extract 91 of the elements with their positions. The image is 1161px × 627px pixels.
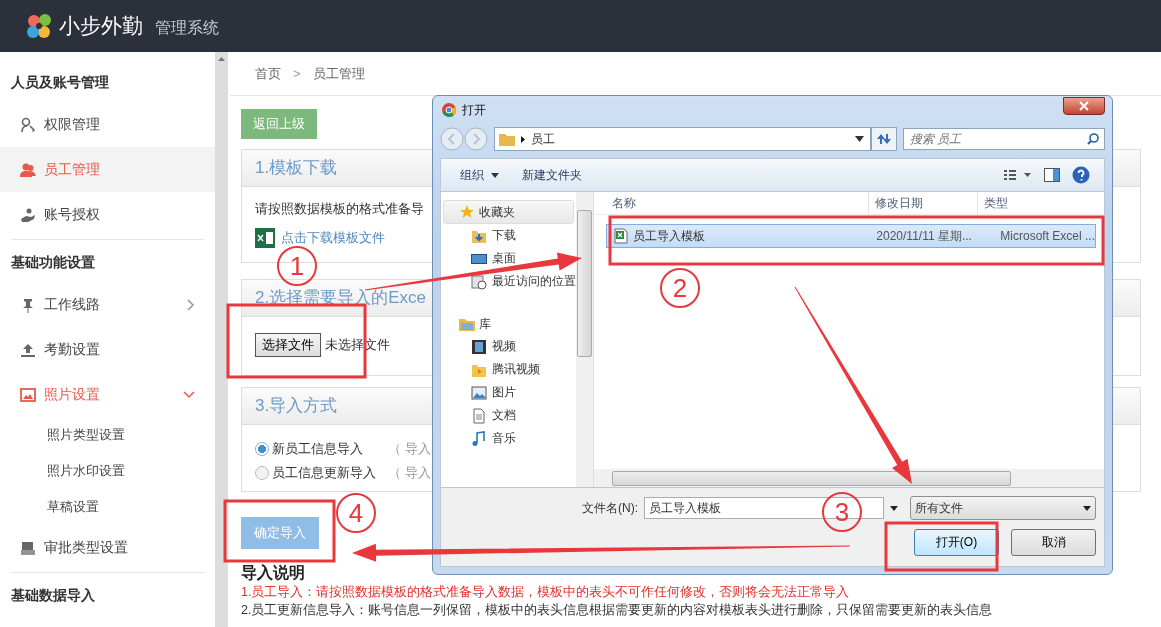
step-number: 2	[660, 268, 700, 308]
step-number: 4	[336, 493, 376, 533]
sidebar-item[interactable]: 照片设置	[0, 372, 215, 417]
sidebar-item[interactable]: 工作线路	[0, 282, 215, 327]
toolbar-button[interactable]: 新建文件夹	[517, 166, 587, 184]
open-button[interactable]: 打开(O)	[914, 529, 999, 556]
download-template-link[interactable]: 点击下载模板文件	[281, 229, 385, 247]
breadcrumb-link[interactable]: 员工管理	[312, 64, 365, 83]
folder-icon	[499, 132, 515, 146]
preview-pane-icon[interactable]	[1044, 168, 1060, 182]
column-header[interactable]: 修改日期	[869, 192, 979, 214]
sidebar-item[interactable]: 权限管理	[0, 102, 215, 147]
column-header[interactable]: 类型	[978, 192, 1104, 214]
picture-icon	[20, 386, 36, 403]
search-field[interactable]: 搜索 员工	[903, 128, 1105, 150]
chevron-right-icon	[187, 298, 195, 311]
sidebar-item[interactable]: 考勤设置	[0, 327, 215, 372]
sidebar-subitem[interactable]: 照片类型设置	[0, 417, 215, 453]
close-button[interactable]	[1063, 97, 1105, 115]
step-number: 3	[822, 492, 862, 532]
search-icon	[1087, 133, 1099, 145]
sidebar-section-title: 人员及账号管理	[10, 73, 110, 92]
scroll-up-arrow-icon[interactable]	[218, 57, 225, 61]
column-header[interactable]: 名称	[594, 192, 870, 214]
nav-item[interactable]: 下载	[441, 224, 577, 247]
instruction-text: 2.员工更新信息导入：账号信息一列保留，模板中的表头信息根据需要更新的内容对模板表头进行删除，只保留需要更新的表头信息	[241, 603, 994, 618]
nav-item[interactable]: 腾讯视频	[441, 358, 577, 381]
recent-places-icon	[471, 273, 487, 290]
scrollbar[interactable]	[215, 52, 228, 627]
refresh-arrows-icon	[876, 132, 892, 146]
address-bar[interactable]: 员工	[494, 127, 871, 151]
instructions-title: 导入说明	[241, 563, 306, 582]
image-icon	[471, 384, 487, 401]
option-note: （ 导入	[388, 464, 431, 482]
breadcrumb-separator: >	[293, 66, 301, 81]
people-icon	[20, 161, 36, 178]
sidebar-section-title: 基础数据导入	[10, 586, 96, 605]
app-subtitle: 管理系统	[155, 17, 219, 38]
nav-item[interactable]: 文档	[441, 404, 577, 427]
help-icon[interactable]	[1072, 166, 1090, 184]
hand-icon	[20, 206, 36, 223]
instruction-text: 1.员工导入：请按照数据模板的格式准备导入数据，模板中的表头不可作任何修改，否则将会无法正常导入	[241, 585, 851, 600]
file-type-dropdown[interactable]: 所有文件	[910, 496, 1096, 520]
sidebar-subitem[interactable]: 照片水印设置	[0, 453, 215, 489]
file-row[interactable]: 员工导入模板 2020/11/11 星期... Microsoft Excel ...	[606, 224, 1096, 248]
printer-icon	[20, 539, 36, 556]
option-note: （ 导入	[388, 440, 431, 458]
dialog-title: 打开	[462, 101, 486, 119]
nav-item[interactable]: 桌面	[441, 247, 577, 270]
nav-item[interactable]: 音乐	[441, 427, 577, 450]
key-person-icon	[20, 116, 36, 133]
excel-file-icon	[613, 228, 630, 244]
step-number: 1	[277, 246, 317, 286]
view-list-icon[interactable]	[1004, 169, 1032, 181]
dropdown-arrow-icon	[1083, 505, 1091, 511]
radio-button[interactable]	[255, 442, 269, 456]
excel-file-icon	[255, 228, 275, 248]
panel-text: 请按照数据模板的格式准备导	[255, 201, 424, 218]
close-icon	[1079, 101, 1089, 111]
radio-label: 员工信息更新导入	[272, 464, 376, 482]
pinwheel-logo-icon	[25, 12, 53, 40]
toolbar-button[interactable]: 组织	[455, 166, 489, 184]
music-note-icon	[471, 430, 487, 447]
radio-button[interactable]	[255, 466, 269, 480]
sidebar-subitem[interactable]: 草稿设置	[0, 489, 215, 525]
breadcrumb-link[interactable]: 首页	[255, 64, 281, 83]
filename-label: 文件名(N):	[582, 499, 638, 517]
triangle-right-icon	[521, 135, 525, 143]
library-folder-icon	[459, 317, 475, 331]
nav-group[interactable]: 收藏夹	[443, 200, 575, 224]
cancel-button[interactable]: 取消	[1011, 529, 1096, 556]
sidebar-item[interactable]: 账号授权	[0, 192, 215, 237]
dropdown-arrow-icon[interactable]	[855, 136, 864, 142]
document-icon	[471, 407, 487, 424]
browser-logo-icon	[442, 103, 456, 117]
scrollbar[interactable]	[576, 192, 594, 487]
sidebar-item[interactable]: 审批类型设置	[0, 525, 215, 570]
star-icon	[459, 204, 475, 220]
sidebar-section-title: 基础功能设置	[10, 253, 96, 272]
choose-file-button[interactable]: 选择文件	[255, 333, 321, 357]
app-name: 小步外勤	[59, 13, 143, 39]
chevron-down-icon	[183, 390, 195, 399]
refresh-button[interactable]	[871, 127, 897, 151]
caret-icon[interactable]	[491, 172, 499, 178]
radio-label: 新员工信息导入	[272, 440, 363, 458]
upload-icon	[20, 341, 36, 358]
scrollbar[interactable]	[594, 469, 1104, 487]
nav-item[interactable]: 视频	[441, 335, 577, 358]
path-segment[interactable]: 员工	[531, 130, 555, 148]
dropdown-arrow-icon[interactable]	[890, 505, 898, 511]
film-icon	[471, 338, 487, 355]
